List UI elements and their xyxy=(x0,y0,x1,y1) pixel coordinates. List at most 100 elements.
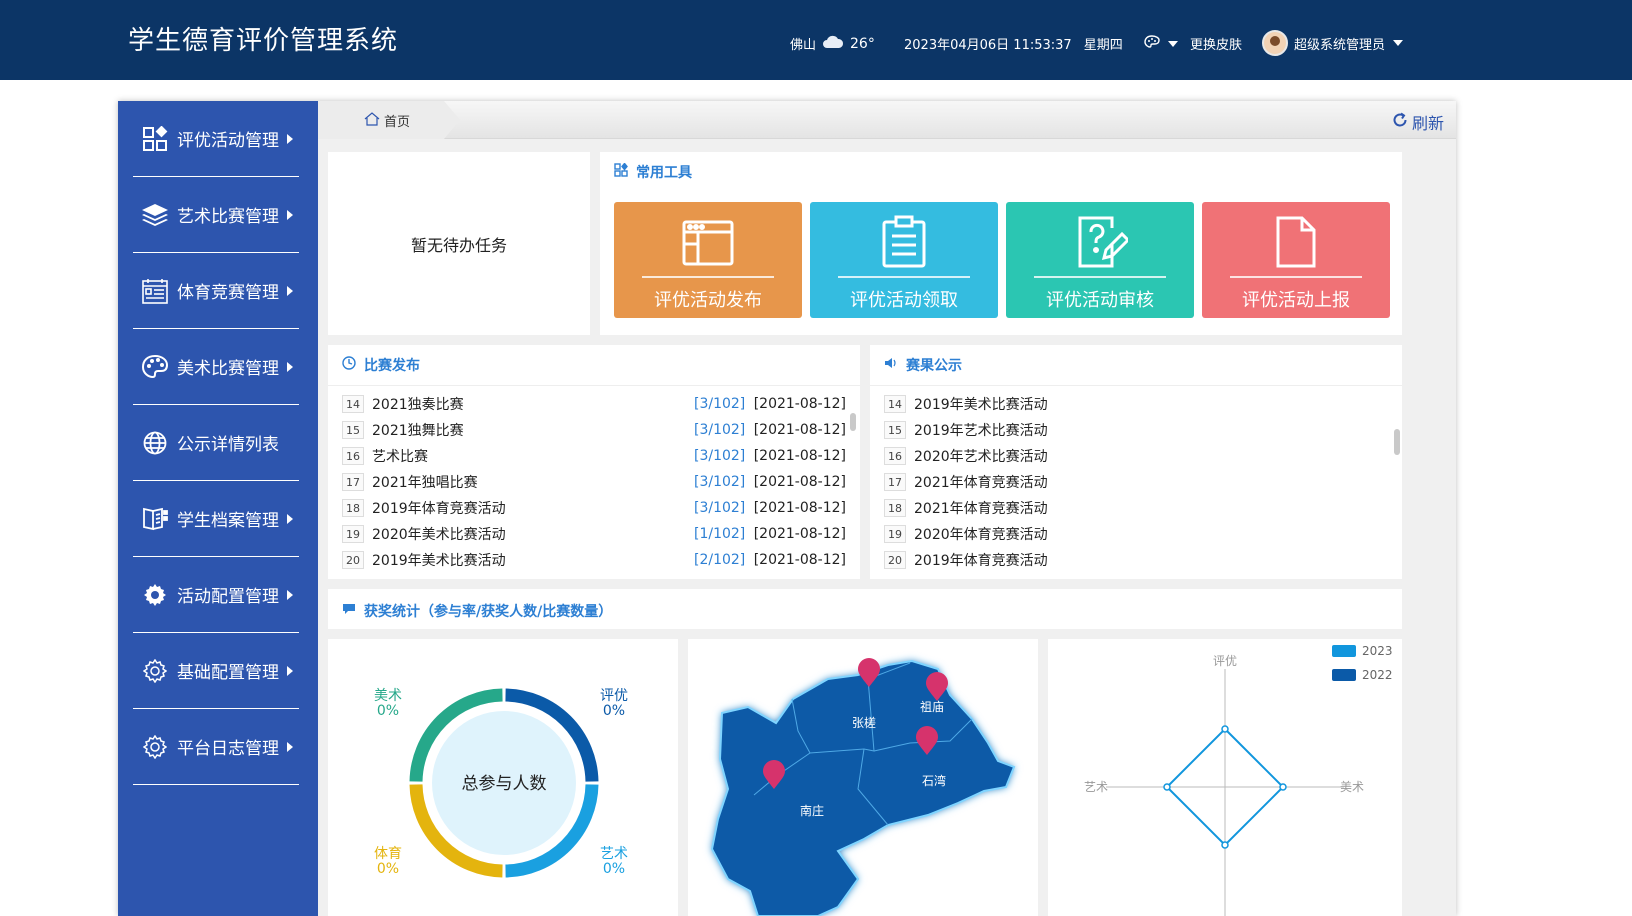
competition-name[interactable]: 艺术比赛 xyxy=(372,446,694,466)
competition-name[interactable]: 2021年独唱比赛 xyxy=(372,472,694,492)
sidebar-item-activity-config[interactable]: 活动配置管理 xyxy=(133,557,299,633)
radar-svg: 评优 美术 艺术 2023 2022 xyxy=(1084,644,1393,916)
table-row[interactable]: 19 2020年体育竞赛活动 xyxy=(884,521,1388,547)
donut-label-name: 评优 xyxy=(600,688,628,704)
question-edit-icon xyxy=(1072,214,1131,270)
result-name[interactable]: 2019年体育竞赛活动 xyxy=(914,550,1388,570)
report-activity-button[interactable]: 评优活动上报 xyxy=(1202,202,1390,318)
chevron-right-icon xyxy=(287,513,293,524)
competition-name[interactable]: 2019年体育竞赛活动 xyxy=(372,498,694,518)
competition-ratio: [3/102] xyxy=(694,474,746,490)
competition-name[interactable]: 2021独舞比赛 xyxy=(372,420,694,440)
result-title: 赛果公示 xyxy=(884,355,962,375)
competition-date: [2021-08-12] xyxy=(753,474,846,490)
competition-date: [2021-08-12] xyxy=(753,396,846,412)
donut-label: 艺术 0% xyxy=(600,847,628,877)
table-row[interactable]: 18 2021年体育竞赛活动 xyxy=(884,495,1388,521)
result-name[interactable]: 2019年艺术比赛活动 xyxy=(914,420,1388,440)
sidebar-item-art-competition[interactable]: 艺术比赛管理 xyxy=(133,177,299,253)
legend-swatch-2022[interactable] xyxy=(1332,669,1356,681)
sidebar-item-student-archive[interactable]: 学生档案管理 xyxy=(133,481,299,557)
skin-switcher[interactable]: 更换皮肤 xyxy=(1144,34,1242,53)
competition-name[interactable]: 2020年美术比赛活动 xyxy=(372,524,694,544)
participation-donut-chart: 总参与人数 评优 0% 艺术 0% 体育 0% 美术 0% xyxy=(328,639,678,916)
competition-title-text: 比赛发布 xyxy=(364,358,420,374)
competition-name[interactable]: 2021独奏比赛 xyxy=(372,394,694,414)
sidebar-item-label: 美术比赛管理 xyxy=(177,359,279,379)
result-name[interactable]: 2020年体育竞赛活动 xyxy=(914,524,1388,544)
palette-icon xyxy=(141,353,169,381)
grid-icon xyxy=(141,125,169,153)
book-icon xyxy=(141,505,169,533)
legend-swatch-2023[interactable] xyxy=(1332,645,1356,657)
result-name[interactable]: 2021年体育竞赛活动 xyxy=(914,472,1388,492)
competition-list: 14 2021独奏比赛 [3/102] [2021-08-12] 15 2021独舞比赛[… xyxy=(342,391,846,573)
refresh-button[interactable]: 刷新 xyxy=(1392,110,1444,134)
table-row[interactable]: 19 2020年美术比赛活动 [1/102] [2021-08-12] xyxy=(342,521,846,547)
competition-ratio: [1/102] xyxy=(694,526,746,542)
region-label: 祖庙 xyxy=(920,699,944,714)
table-row[interactable]: 15 2019年艺术比赛活动 xyxy=(884,417,1388,443)
claim-activity-button[interactable]: 评优活动领取 xyxy=(810,202,998,318)
table-row[interactable]: 15 2021独舞比赛 [3/102] [2021-08-12] xyxy=(342,417,846,443)
sidebar-item-publicity-list[interactable]: 公示详情列表 xyxy=(133,405,299,481)
table-row[interactable]: 14 2021独奏比赛 [3/102] [2021-08-12] xyxy=(342,391,846,417)
competition-name[interactable]: 2019年美术比赛活动 xyxy=(372,550,694,570)
sidebar-item-label: 公示详情列表 xyxy=(177,435,279,455)
radar-axis-label: 艺术 xyxy=(1084,780,1108,794)
sidebar-item-label: 学生档案管理 xyxy=(177,511,279,531)
tools-title-text: 常用工具 xyxy=(636,165,692,181)
sidebar-item-sports-competition[interactable]: 体育竞赛管理 xyxy=(133,253,299,329)
table-row[interactable]: 16 2020年艺术比赛活动 xyxy=(884,443,1388,469)
donut-label: 评优 0% xyxy=(600,689,628,719)
publish-activity-button[interactable]: 评优活动发布 xyxy=(614,202,802,318)
sidebar-item-fine-art-competition[interactable]: 美术比赛管理 xyxy=(133,329,299,405)
sidebar-item-basic-config[interactable]: 基础配置管理 xyxy=(133,633,299,709)
row-number: 18 xyxy=(342,499,364,517)
result-name[interactable]: 2021年体育竞赛活动 xyxy=(914,498,1388,518)
calendar-list-icon xyxy=(141,277,169,305)
competition-ratio: [3/102] xyxy=(694,448,746,464)
tool-label: 评优活动发布 xyxy=(654,290,762,311)
result-name[interactable]: 2020年艺术比赛活动 xyxy=(914,446,1388,466)
tab-home[interactable]: 首页 xyxy=(318,101,460,139)
user-menu[interactable]: 超级系统管理员 xyxy=(1262,30,1404,56)
chevron-down-icon xyxy=(1393,40,1404,46)
stats-title: 获奖统计（参与率/获奖人数/比赛数量） xyxy=(342,601,612,621)
competition-date: [2021-08-12] xyxy=(753,448,846,464)
tools-panel: 常用工具 评优活动发布 评优活动领取 评优活动审核 评优活动上报 xyxy=(600,152,1402,335)
table-row[interactable]: 16 艺术比赛 [3/102] [2021-08-12] xyxy=(342,443,846,469)
competition-date: [2021-08-12] xyxy=(753,500,846,516)
sidebar-item-platform-log[interactable]: 平台日志管理 xyxy=(133,709,299,785)
competition-ratio: [3/102] xyxy=(694,422,746,438)
sidebar-item-award-activity[interactable]: 评优活动管理 xyxy=(133,101,299,177)
result-list: 14 2019年美术比赛活动 15 2019年艺术比赛活动 16 2020年艺术比赛活动 1… xyxy=(884,391,1388,573)
tools-title: 常用工具 xyxy=(614,162,692,182)
city-name: 佛山 xyxy=(790,38,817,53)
donut-label: 体育 0% xyxy=(374,847,402,877)
table-row[interactable]: 20 2019年体育竞赛活动 xyxy=(884,547,1388,573)
row-number: 16 xyxy=(342,447,364,465)
tool-label: 评优活动上报 xyxy=(1242,290,1350,311)
table-row[interactable]: 17 2021年独唱比赛 [3/102] [2021-08-12] xyxy=(342,469,846,495)
table-row[interactable]: 20 2019年美术比赛活动 [2/102] [2021-08-12] xyxy=(342,547,846,573)
top-header: 学生德育评价管理系统 佛山 26° 2023年04月06日 11:53:37 星… xyxy=(0,0,1632,80)
row-number: 19 xyxy=(342,525,364,543)
competition-scrollbar[interactable] xyxy=(850,413,856,431)
region-label: 石湾 xyxy=(922,773,946,788)
review-activity-button[interactable]: 评优活动审核 xyxy=(1006,202,1194,318)
chevron-down-icon xyxy=(1168,40,1178,47)
table-row[interactable]: 18 2019年体育竞赛活动 [3/102] [2021-08-12] xyxy=(342,495,846,521)
donut-center-label: 总参与人数 xyxy=(462,774,547,794)
result-scrollbar[interactable] xyxy=(1394,429,1400,455)
competition-ratio: [2/102] xyxy=(694,552,746,568)
stats-title-text: 获奖统计（参与率/获奖人数/比赛数量） xyxy=(364,604,613,620)
table-row[interactable]: 17 2021年体育竞赛活动 xyxy=(884,469,1388,495)
table-row[interactable]: 14 2019年美术比赛活动 xyxy=(884,391,1388,417)
result-name[interactable]: 2019年美术比赛活动 xyxy=(914,394,1388,414)
window-icon xyxy=(680,214,736,270)
radar-axis-label: 评优 xyxy=(1213,654,1237,668)
apps-icon xyxy=(614,162,628,181)
tool-label: 评优活动审核 xyxy=(1046,290,1154,311)
competition-panel: 比赛发布 14 2021独奏比赛 [3/102] [2021-08-12] 15 2021… xyxy=(328,345,860,579)
